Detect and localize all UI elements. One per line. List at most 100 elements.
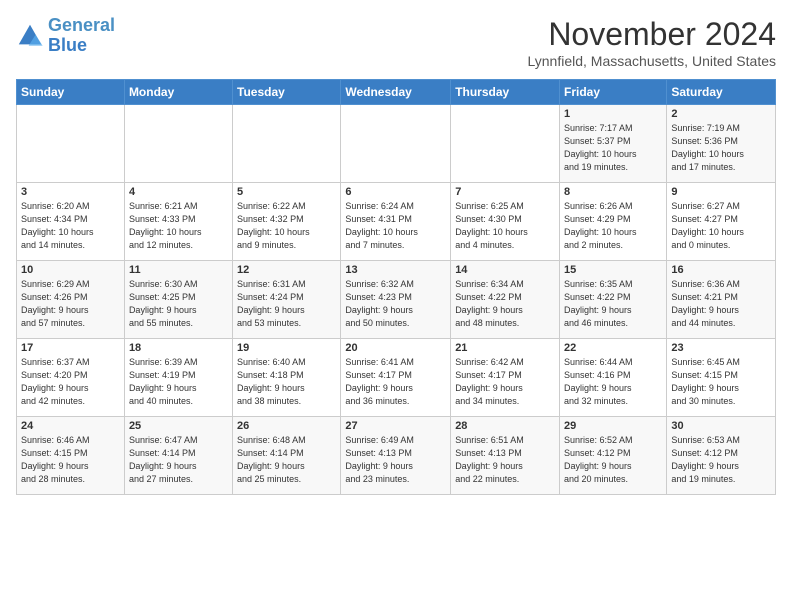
header-sunday: Sunday [17,80,125,105]
day-number: 10 [21,264,120,276]
table-row: 20 Sunrise: 6:41 AM Sunset: 4:17 PM Dayli… [341,339,451,417]
table-row [124,105,232,183]
day-info: Sunrise: 6:41 AM Sunset: 4:17 PM Dayligh… [345,356,446,408]
day-info: Sunrise: 6:48 AM Sunset: 4:14 PM Dayligh… [237,434,336,486]
day-number: 23 [671,342,771,354]
day-number: 14 [455,264,555,276]
table-row: 26Sunrise: 6:48 AM Sunset: 4:14 PM Dayli… [233,417,341,495]
day-info: Sunrise: 6:21 AM Sunset: 4:33 PM Dayligh… [129,200,228,252]
day-number: 20 [345,342,446,354]
table-row: 4 Sunrise: 6:21 AM Sunset: 4:33 PM Daylig… [124,183,232,261]
logo: General Blue [16,16,115,56]
table-row: 12 Sunrise: 6:31 AM Sunset: 4:24 PM Dayli… [233,261,341,339]
calendar-week-1: 1 Sunrise: 7:17 AM Sunset: 5:37 PM Daylig… [17,105,776,183]
day-info: Sunrise: 6:31 AM Sunset: 4:24 PM Dayligh… [237,278,336,330]
day-info: Sunrise: 6:44 AM Sunset: 4:16 PM Dayligh… [564,356,662,408]
calendar-week-2: 3Sunrise: 6:20 AM Sunset: 4:34 PM Daylig… [17,183,776,261]
table-row: 6 Sunrise: 6:24 AM Sunset: 4:31 PM Daylig… [341,183,451,261]
table-row: 29Sunrise: 6:52 AM Sunset: 4:12 PM Dayli… [560,417,667,495]
header-saturday: Saturday [667,80,776,105]
day-number: 17 [21,342,120,354]
calendar: Sunday Monday Tuesday Wednesday Thursday… [16,79,776,495]
calendar-week-5: 24Sunrise: 6:46 AM Sunset: 4:15 PM Dayli… [17,417,776,495]
table-row [233,105,341,183]
header-monday: Monday [124,80,232,105]
day-number: 22 [564,342,662,354]
table-row: 14Sunrise: 6:34 AM Sunset: 4:22 PM Dayli… [451,261,560,339]
table-row: 10 Sunrise: 6:29 AM Sunset: 4:26 PM Dayli… [17,261,125,339]
day-info: Sunrise: 6:52 AM Sunset: 4:12 PM Dayligh… [564,434,662,486]
table-row: 16Sunrise: 6:36 AM Sunset: 4:21 PM Dayli… [667,261,776,339]
header-friday: Friday [560,80,667,105]
day-number: 11 [129,264,228,276]
table-row: 24Sunrise: 6:46 AM Sunset: 4:15 PM Dayli… [17,417,125,495]
day-info: Sunrise: 6:25 AM Sunset: 4:30 PM Dayligh… [455,200,555,252]
day-info: Sunrise: 6:30 AM Sunset: 4:25 PM Dayligh… [129,278,228,330]
day-number: 28 [455,420,555,432]
day-info: Sunrise: 6:27 AM Sunset: 4:27 PM Dayligh… [671,200,771,252]
header: General Blue November 2024 Lynnfield, Ma… [16,16,776,69]
table-row: 18 Sunrise: 6:39 AM Sunset: 4:19 PM Dayli… [124,339,232,417]
day-info: Sunrise: 6:22 AM Sunset: 4:32 PM Dayligh… [237,200,336,252]
day-number: 2 [671,108,771,120]
day-number: 1 [564,108,662,120]
day-info: Sunrise: 7:17 AM Sunset: 5:37 PM Dayligh… [564,122,662,174]
day-number: 8 [564,186,662,198]
header-wednesday: Wednesday [341,80,451,105]
day-number: 24 [21,420,120,432]
table-row: 21 Sunrise: 6:42 AM Sunset: 4:17 PM Dayli… [451,339,560,417]
table-row: 17 Sunrise: 6:37 AM Sunset: 4:20 PM Dayli… [17,339,125,417]
calendar-week-3: 10 Sunrise: 6:29 AM Sunset: 4:26 PM Dayli… [17,261,776,339]
day-info: Sunrise: 6:53 AM Sunset: 4:12 PM Dayligh… [671,434,771,486]
day-number: 19 [237,342,336,354]
table-row: 9Sunrise: 6:27 AM Sunset: 4:27 PM Daylig… [667,183,776,261]
day-number: 5 [237,186,336,198]
month-title: November 2024 [528,16,777,53]
table-row [341,105,451,183]
logo-icon [16,22,44,50]
day-number: 4 [129,186,228,198]
day-number: 18 [129,342,228,354]
table-row: 5 Sunrise: 6:22 AM Sunset: 4:32 PM Daylig… [233,183,341,261]
day-number: 27 [345,420,446,432]
location: Lynnfield, Massachusetts, United States [528,53,777,69]
day-info: Sunrise: 6:37 AM Sunset: 4:20 PM Dayligh… [21,356,120,408]
day-info: Sunrise: 6:32 AM Sunset: 4:23 PM Dayligh… [345,278,446,330]
table-row: 15Sunrise: 6:35 AM Sunset: 4:22 PM Dayli… [560,261,667,339]
day-info: Sunrise: 6:20 AM Sunset: 4:34 PM Dayligh… [21,200,120,252]
logo-text: General Blue [48,16,115,56]
page: General Blue November 2024 Lynnfield, Ma… [0,0,792,503]
day-info: Sunrise: 7:19 AM Sunset: 5:36 PM Dayligh… [671,122,771,174]
day-info: Sunrise: 6:40 AM Sunset: 4:18 PM Dayligh… [237,356,336,408]
day-number: 12 [237,264,336,276]
day-info: Sunrise: 6:39 AM Sunset: 4:19 PM Dayligh… [129,356,228,408]
table-row: 27Sunrise: 6:49 AM Sunset: 4:13 PM Dayli… [341,417,451,495]
table-row: 2 Sunrise: 7:19 AM Sunset: 5:36 PM Daylig… [667,105,776,183]
table-row: 11 Sunrise: 6:30 AM Sunset: 4:25 PM Dayli… [124,261,232,339]
table-row: 22 Sunrise: 6:44 AM Sunset: 4:16 PM Dayli… [560,339,667,417]
table-row: 28 Sunrise: 6:51 AM Sunset: 4:13 PM Dayli… [451,417,560,495]
day-number: 6 [345,186,446,198]
calendar-week-4: 17 Sunrise: 6:37 AM Sunset: 4:20 PM Dayli… [17,339,776,417]
table-row: 1 Sunrise: 7:17 AM Sunset: 5:37 PM Daylig… [560,105,667,183]
table-row [17,105,125,183]
table-row: 25 Sunrise: 6:47 AM Sunset: 4:14 PM Dayli… [124,417,232,495]
day-info: Sunrise: 6:35 AM Sunset: 4:22 PM Dayligh… [564,278,662,330]
table-row: 19 Sunrise: 6:40 AM Sunset: 4:18 PM Dayli… [233,339,341,417]
table-row: 30Sunrise: 6:53 AM Sunset: 4:12 PM Dayli… [667,417,776,495]
day-info: Sunrise: 6:51 AM Sunset: 4:13 PM Dayligh… [455,434,555,486]
day-number: 21 [455,342,555,354]
day-number: 13 [345,264,446,276]
day-info: Sunrise: 6:42 AM Sunset: 4:17 PM Dayligh… [455,356,555,408]
table-row [451,105,560,183]
title-section: November 2024 Lynnfield, Massachusetts, … [528,16,777,69]
day-info: Sunrise: 6:47 AM Sunset: 4:14 PM Dayligh… [129,434,228,486]
day-info: Sunrise: 6:45 AM Sunset: 4:15 PM Dayligh… [671,356,771,408]
day-info: Sunrise: 6:29 AM Sunset: 4:26 PM Dayligh… [21,278,120,330]
header-thursday: Thursday [451,80,560,105]
day-number: 16 [671,264,771,276]
day-number: 25 [129,420,228,432]
table-row: 8 Sunrise: 6:26 AM Sunset: 4:29 PM Daylig… [560,183,667,261]
day-info: Sunrise: 6:24 AM Sunset: 4:31 PM Dayligh… [345,200,446,252]
day-info: Sunrise: 6:26 AM Sunset: 4:29 PM Dayligh… [564,200,662,252]
